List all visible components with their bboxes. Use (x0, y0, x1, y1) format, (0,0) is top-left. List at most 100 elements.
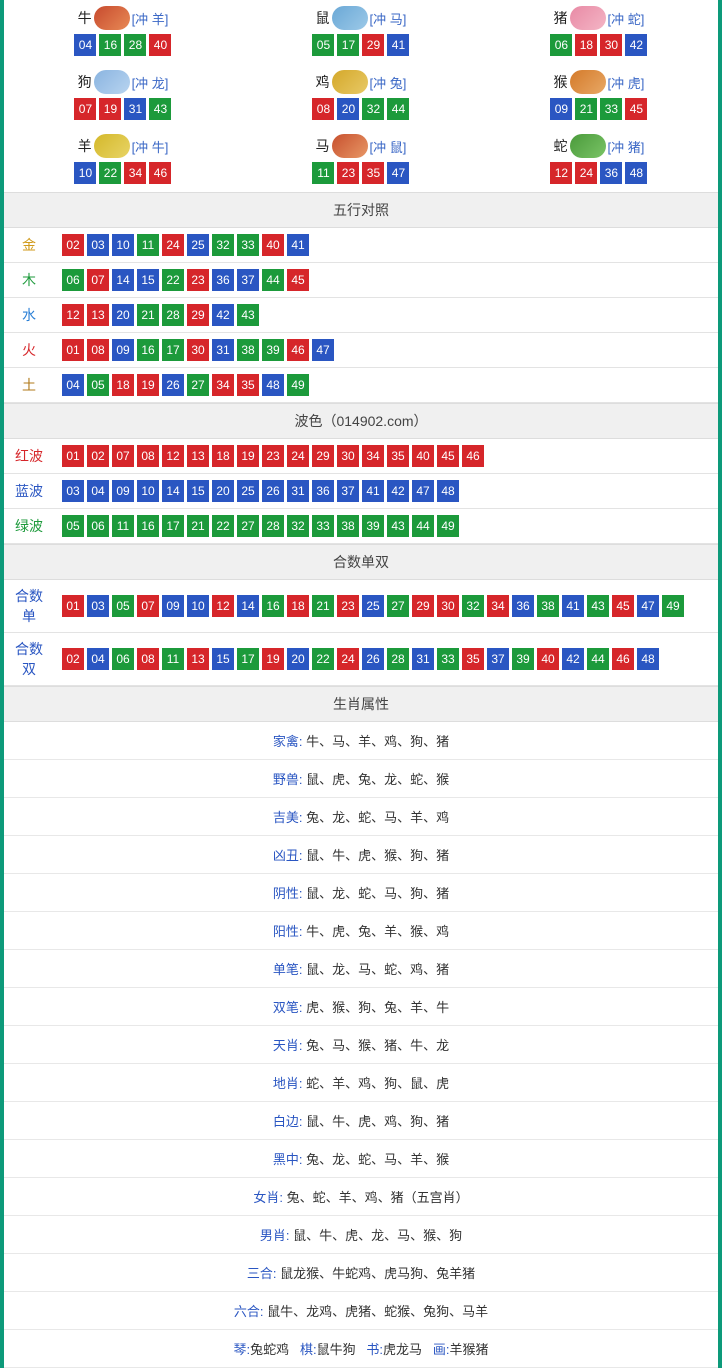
number-box: 14 (162, 480, 184, 502)
zodiac-name: 猴 (554, 72, 568, 92)
number-box: 34 (487, 595, 509, 617)
table-row: 木06071415222336374445 (4, 263, 718, 298)
table-row: 土04051819262734354849 (4, 368, 718, 403)
zodiac-cell: 猴[冲 虎]09213345 (480, 64, 718, 128)
zodiac-cell: 马[冲 鼠]11233547 (242, 128, 480, 192)
number-box: 33 (312, 515, 334, 537)
number-box: 02 (62, 234, 84, 256)
number-box: 06 (87, 515, 109, 537)
number-box: 32 (362, 98, 384, 120)
number-box: 28 (387, 648, 409, 670)
number-box: 43 (149, 98, 171, 120)
attribute-row: 女肖: 兔、蛇、羊、鸡、猪（五宫肖） (4, 1178, 718, 1216)
number-box: 40 (149, 34, 171, 56)
number-box: 19 (237, 445, 259, 467)
number-box: 45 (625, 98, 647, 120)
number-box: 09 (162, 595, 184, 617)
number-box: 46 (462, 445, 484, 467)
number-box: 35 (387, 445, 409, 467)
wuxing-table: 金02031011242532334041木060714152223363744… (4, 228, 718, 403)
zodiac-icon (94, 134, 130, 158)
attribute-value: 鼠、虎、兔、龙、蛇、猴 (306, 772, 449, 787)
number-box: 42 (562, 648, 584, 670)
attribute-value: 鼠龙猴、牛蛇鸡、虎马狗、兔羊猪 (280, 1266, 475, 1281)
number-box: 42 (387, 480, 409, 502)
number-box: 35 (362, 162, 384, 184)
number-box: 33 (437, 648, 459, 670)
number-box: 01 (62, 339, 84, 361)
number-box: 01 (62, 595, 84, 617)
row-numbers: 04051819262734354849 (54, 368, 718, 403)
zodiac-numbers: 04162840 (4, 34, 242, 56)
attribute-key: 六合: (234, 1304, 267, 1319)
number-box: 41 (562, 595, 584, 617)
number-box: 44 (387, 98, 409, 120)
number-box: 20 (112, 304, 134, 326)
number-box: 36 (512, 595, 534, 617)
number-box: 39 (512, 648, 534, 670)
zodiac-icon (332, 70, 368, 94)
zodiac-name: 马 (316, 136, 330, 156)
number-box: 06 (112, 648, 134, 670)
number-box: 02 (62, 648, 84, 670)
number-box: 15 (212, 648, 234, 670)
number-box: 47 (387, 162, 409, 184)
number-box: 08 (137, 445, 159, 467)
attribute-row: 黑中: 兔、龙、蛇、马、羊、猴 (4, 1140, 718, 1178)
heshu-table: 合数单0103050709101214161821232527293032343… (4, 580, 718, 686)
attribute-key: 女肖: (253, 1190, 286, 1205)
number-box: 48 (437, 480, 459, 502)
number-box: 24 (337, 648, 359, 670)
number-box: 26 (162, 374, 184, 396)
zodiac-name: 蛇 (554, 136, 568, 156)
number-box: 44 (587, 648, 609, 670)
number-box: 04 (87, 648, 109, 670)
number-box: 28 (124, 34, 146, 56)
attribute-row: 野兽: 鼠、虎、兔、龙、蛇、猴 (4, 760, 718, 798)
zodiac-icon (570, 6, 606, 30)
attribute-row: 阴性: 鼠、龙、蛇、马、狗、猪 (4, 874, 718, 912)
attribute-key: 家禽: (273, 734, 306, 749)
number-box: 18 (575, 34, 597, 56)
attribute-row: 六合: 鼠牛、龙鸡、虎猪、蛇猴、兔狗、马羊 (4, 1292, 718, 1330)
attribute-value: 鼠、龙、蛇、马、狗、猪 (306, 886, 449, 901)
number-box: 12 (550, 162, 572, 184)
zodiac-name: 羊 (78, 136, 92, 156)
number-box: 11 (312, 162, 334, 184)
attribute-value: 鼠牛、龙鸡、虎猪、蛇猴、兔狗、马羊 (267, 1304, 488, 1319)
number-box: 05 (87, 374, 109, 396)
zodiac-cell: 猪[冲 蛇]06183042 (480, 0, 718, 64)
number-box: 31 (287, 480, 309, 502)
number-box: 16 (137, 515, 159, 537)
attribute-row: 白边: 鼠、牛、虎、鸡、狗、猪 (4, 1102, 718, 1140)
number-box: 30 (600, 34, 622, 56)
number-box: 40 (412, 445, 434, 467)
number-box: 13 (87, 304, 109, 326)
zodiac-icon (332, 6, 368, 30)
number-box: 43 (387, 515, 409, 537)
number-box: 24 (162, 234, 184, 256)
number-box: 05 (312, 34, 334, 56)
number-box: 12 (162, 445, 184, 467)
zodiac-icon (570, 134, 606, 158)
number-box: 44 (412, 515, 434, 537)
section-header-shengxiao: 生肖属性 (4, 686, 718, 722)
zodiac-icon (570, 70, 606, 94)
number-box: 34 (212, 374, 234, 396)
zodiac-cell: 蛇[冲 猪]12243648 (480, 128, 718, 192)
number-box: 22 (312, 648, 334, 670)
table-row: 合数双0204060811131517192022242628313335373… (4, 633, 718, 686)
row-label: 绿波 (4, 509, 54, 544)
row-label: 蓝波 (4, 474, 54, 509)
number-box: 18 (287, 595, 309, 617)
number-box: 17 (162, 515, 184, 537)
table-row: 红波0102070812131819232429303435404546 (4, 439, 718, 474)
number-box: 29 (412, 595, 434, 617)
bose-table: 红波0102070812131819232429303435404546蓝波03… (4, 439, 718, 544)
zodiac-clash: [冲 蛇] (608, 9, 645, 28)
attribute-value: 鼠、龙、马、蛇、鸡、猪 (306, 962, 449, 977)
attribute-key: 凶丑: (273, 848, 306, 863)
number-box: 46 (149, 162, 171, 184)
number-box: 30 (337, 445, 359, 467)
number-box: 49 (287, 374, 309, 396)
